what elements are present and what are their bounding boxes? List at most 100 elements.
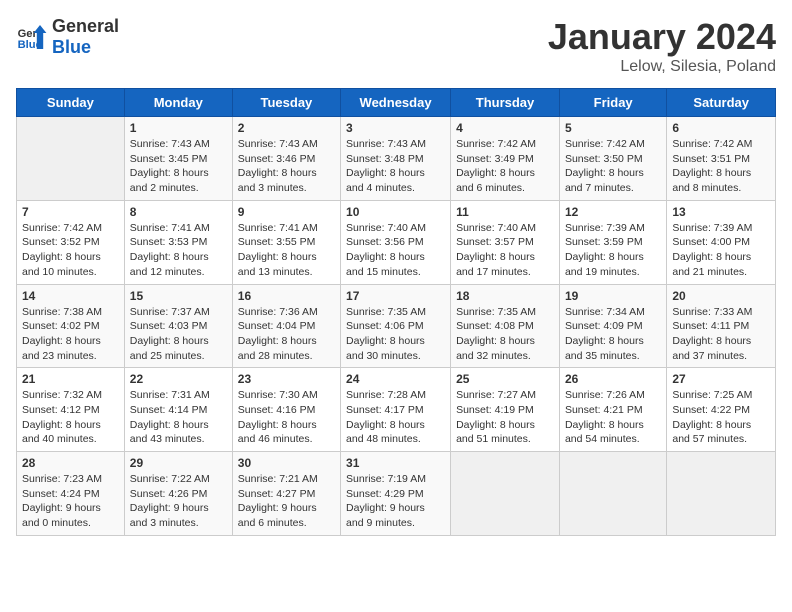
day-number: 22 <box>130 372 227 386</box>
calendar-cell: 31Sunrise: 7:19 AM Sunset: 4:29 PM Dayli… <box>341 452 451 536</box>
day-info: Sunrise: 7:26 AM Sunset: 4:21 PM Dayligh… <box>565 388 661 447</box>
day-number: 14 <box>22 289 119 303</box>
day-number: 30 <box>238 456 335 470</box>
day-header-thursday: Thursday <box>451 89 560 117</box>
calendar-cell: 20Sunrise: 7:33 AM Sunset: 4:11 PM Dayli… <box>667 284 776 368</box>
day-header-tuesday: Tuesday <box>232 89 340 117</box>
day-info: Sunrise: 7:35 AM Sunset: 4:06 PM Dayligh… <box>346 305 445 364</box>
day-info: Sunrise: 7:41 AM Sunset: 3:53 PM Dayligh… <box>130 221 227 280</box>
day-number: 5 <box>565 121 661 135</box>
day-info: Sunrise: 7:25 AM Sunset: 4:22 PM Dayligh… <box>672 388 770 447</box>
calendar-table: SundayMondayTuesdayWednesdayThursdayFrid… <box>16 88 776 536</box>
day-number: 10 <box>346 205 445 219</box>
day-info: Sunrise: 7:40 AM Sunset: 3:56 PM Dayligh… <box>346 221 445 280</box>
calendar-cell <box>451 452 560 536</box>
day-info: Sunrise: 7:41 AM Sunset: 3:55 PM Dayligh… <box>238 221 335 280</box>
day-number: 19 <box>565 289 661 303</box>
calendar-cell: 22 Sunrise: 7:31 AM Sunset: 4:14 PM Dayli… <box>124 368 232 452</box>
day-number: 1 <box>130 121 227 135</box>
day-number: 28 <box>22 456 119 470</box>
day-number: 15 <box>130 289 227 303</box>
calendar-cell: 7Sunrise: 7:42 AM Sunset: 3:52 PM Daylig… <box>17 200 125 284</box>
day-number: 6 <box>672 121 770 135</box>
day-info: Sunrise: 7:37 AM Sunset: 4:03 PM Dayligh… <box>130 305 227 364</box>
day-number: 2 <box>238 121 335 135</box>
calendar-cell: 28 Sunrise: 7:23 AM Sunset: 4:24 PM Dayli… <box>17 452 125 536</box>
day-number: 25 <box>456 372 554 386</box>
logo-general: General <box>52 16 119 36</box>
day-header-saturday: Saturday <box>667 89 776 117</box>
calendar-cell: 16 Sunrise: 7:36 AM Sunset: 4:04 PM Dayli… <box>232 284 340 368</box>
day-number: 13 <box>672 205 770 219</box>
calendar-cell <box>559 452 666 536</box>
calendar-cell: 8 Sunrise: 7:41 AM Sunset: 3:53 PM Daylig… <box>124 200 232 284</box>
calendar-cell: 17 Sunrise: 7:35 AM Sunset: 4:06 PM Dayli… <box>341 284 451 368</box>
calendar-cell: 21 Sunrise: 7:32 AM Sunset: 4:12 PM Dayli… <box>17 368 125 452</box>
day-number: 23 <box>238 372 335 386</box>
day-number: 20 <box>672 289 770 303</box>
calendar-week-1: 1 Sunrise: 7:43 AM Sunset: 3:45 PM Daylig… <box>17 117 776 201</box>
day-info: Sunrise: 7:42 AM Sunset: 3:50 PM Dayligh… <box>565 137 661 196</box>
calendar-cell: 9 Sunrise: 7:41 AM Sunset: 3:55 PM Daylig… <box>232 200 340 284</box>
calendar-cell: 5 Sunrise: 7:42 AM Sunset: 3:50 PM Daylig… <box>559 117 666 201</box>
calendar-cell: 27Sunrise: 7:25 AM Sunset: 4:22 PM Dayli… <box>667 368 776 452</box>
day-number: 9 <box>238 205 335 219</box>
day-number: 31 <box>346 456 445 470</box>
day-info: Sunrise: 7:27 AM Sunset: 4:19 PM Dayligh… <box>456 388 554 447</box>
calendar-cell: 13 Sunrise: 7:39 AM Sunset: 4:00 PM Dayli… <box>667 200 776 284</box>
logo-icon: Gen Blue <box>16 21 48 53</box>
day-info: Sunrise: 7:23 AM Sunset: 4:24 PM Dayligh… <box>22 472 119 531</box>
logo-blue: Blue <box>52 37 91 57</box>
calendar-cell: 25 Sunrise: 7:27 AM Sunset: 4:19 PM Dayli… <box>451 368 560 452</box>
day-number: 16 <box>238 289 335 303</box>
day-number: 11 <box>456 205 554 219</box>
day-number: 17 <box>346 289 445 303</box>
calendar-header: SundayMondayTuesdayWednesdayThursdayFrid… <box>17 89 776 117</box>
calendar-cell: 12 Sunrise: 7:39 AM Sunset: 3:59 PM Dayli… <box>559 200 666 284</box>
day-info: Sunrise: 7:31 AM Sunset: 4:14 PM Dayligh… <box>130 388 227 447</box>
calendar-cell: 23Sunrise: 7:30 AM Sunset: 4:16 PM Dayli… <box>232 368 340 452</box>
day-number: 12 <box>565 205 661 219</box>
calendar-cell: 15 Sunrise: 7:37 AM Sunset: 4:03 PM Dayli… <box>124 284 232 368</box>
day-info: Sunrise: 7:43 AM Sunset: 3:48 PM Dayligh… <box>346 137 445 196</box>
day-info: Sunrise: 7:43 AM Sunset: 3:46 PM Dayligh… <box>238 137 335 196</box>
calendar-cell: 1 Sunrise: 7:43 AM Sunset: 3:45 PM Daylig… <box>124 117 232 201</box>
calendar-cell <box>17 117 125 201</box>
calendar-week-3: 14Sunrise: 7:38 AM Sunset: 4:02 PM Dayli… <box>17 284 776 368</box>
day-header-sunday: Sunday <box>17 89 125 117</box>
calendar-cell: 30 Sunrise: 7:21 AM Sunset: 4:27 PM Dayli… <box>232 452 340 536</box>
day-info: Sunrise: 7:39 AM Sunset: 4:00 PM Dayligh… <box>672 221 770 280</box>
day-info: Sunrise: 7:42 AM Sunset: 3:49 PM Dayligh… <box>456 137 554 196</box>
day-info: Sunrise: 7:28 AM Sunset: 4:17 PM Dayligh… <box>346 388 445 447</box>
calendar-week-5: 28 Sunrise: 7:23 AM Sunset: 4:24 PM Dayli… <box>17 452 776 536</box>
calendar-body: 1 Sunrise: 7:43 AM Sunset: 3:45 PM Daylig… <box>17 117 776 536</box>
day-info: Sunrise: 7:36 AM Sunset: 4:04 PM Dayligh… <box>238 305 335 364</box>
day-info: Sunrise: 7:32 AM Sunset: 4:12 PM Dayligh… <box>22 388 119 447</box>
day-number: 26 <box>565 372 661 386</box>
calendar-cell: 29Sunrise: 7:22 AM Sunset: 4:26 PM Dayli… <box>124 452 232 536</box>
calendar-subtitle: Lelow, Silesia, Poland <box>548 58 776 76</box>
day-number: 7 <box>22 205 119 219</box>
day-number: 3 <box>346 121 445 135</box>
day-info: Sunrise: 7:21 AM Sunset: 4:27 PM Dayligh… <box>238 472 335 531</box>
day-info: Sunrise: 7:42 AM Sunset: 3:51 PM Dayligh… <box>672 137 770 196</box>
calendar-cell: 14Sunrise: 7:38 AM Sunset: 4:02 PM Dayli… <box>17 284 125 368</box>
day-number: 18 <box>456 289 554 303</box>
calendar-cell: 10 Sunrise: 7:40 AM Sunset: 3:56 PM Dayli… <box>341 200 451 284</box>
day-number: 8 <box>130 205 227 219</box>
calendar-cell: 6 Sunrise: 7:42 AM Sunset: 3:51 PM Daylig… <box>667 117 776 201</box>
day-number: 24 <box>346 372 445 386</box>
day-info: Sunrise: 7:43 AM Sunset: 3:45 PM Dayligh… <box>130 137 227 196</box>
calendar-cell: 4 Sunrise: 7:42 AM Sunset: 3:49 PM Daylig… <box>451 117 560 201</box>
calendar-cell: 11Sunrise: 7:40 AM Sunset: 3:57 PM Dayli… <box>451 200 560 284</box>
day-number: 21 <box>22 372 119 386</box>
calendar-title: January 2024 <box>548 16 776 58</box>
page-header: Gen Blue General Blue January 2024 Lelow… <box>16 16 776 76</box>
day-info: Sunrise: 7:39 AM Sunset: 3:59 PM Dayligh… <box>565 221 661 280</box>
day-header-monday: Monday <box>124 89 232 117</box>
calendar-cell: 2 Sunrise: 7:43 AM Sunset: 3:46 PM Daylig… <box>232 117 340 201</box>
calendar-cell: 18Sunrise: 7:35 AM Sunset: 4:08 PM Dayli… <box>451 284 560 368</box>
calendar-cell: 3 Sunrise: 7:43 AM Sunset: 3:48 PM Daylig… <box>341 117 451 201</box>
calendar-cell <box>667 452 776 536</box>
day-number: 4 <box>456 121 554 135</box>
